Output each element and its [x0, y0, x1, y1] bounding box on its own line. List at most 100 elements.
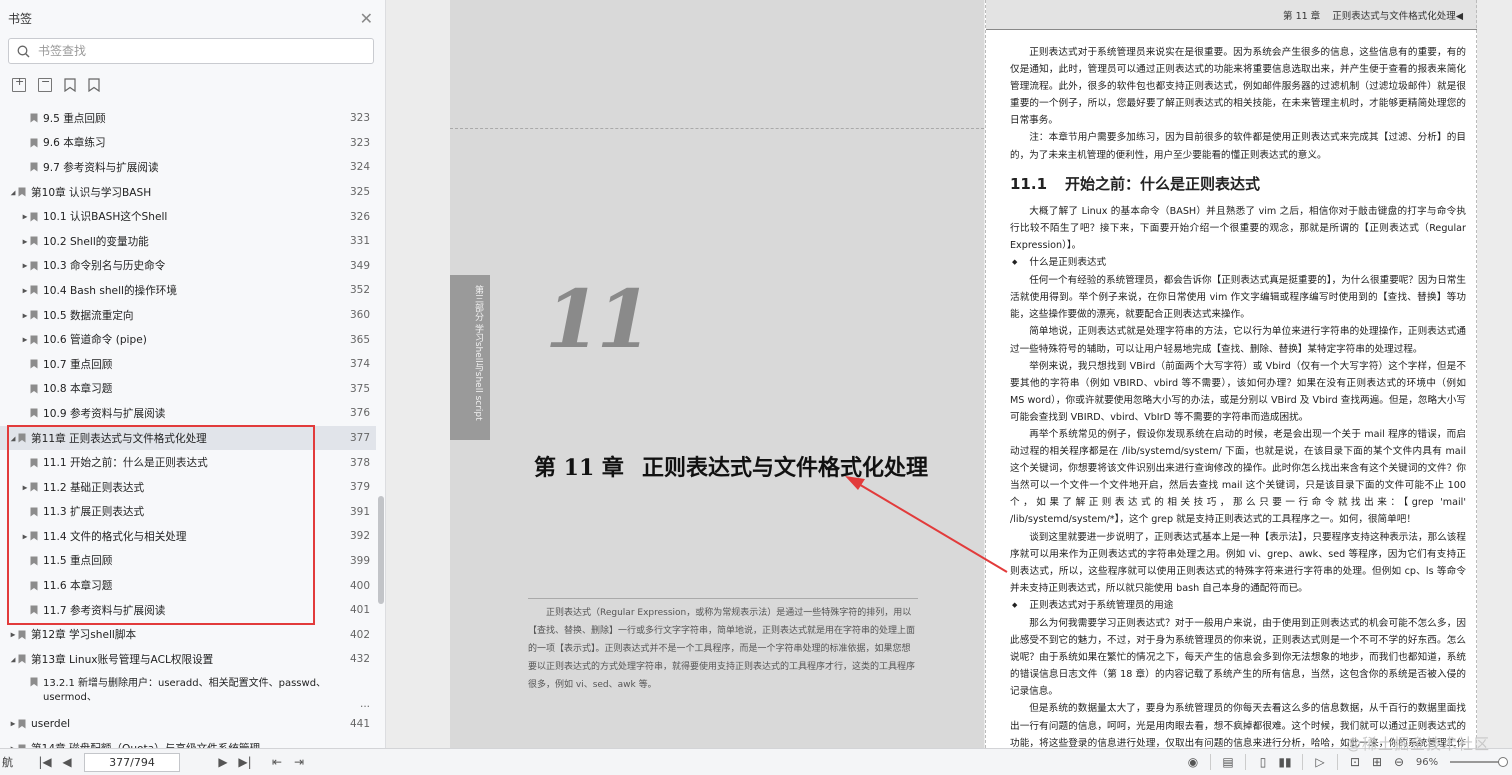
bookmark-icon: [30, 507, 38, 517]
chevron-down-icon[interactable]: ◢: [8, 188, 18, 197]
zoom-slider[interactable]: [1450, 757, 1508, 767]
running-head-chapter: 第 11 章: [1283, 10, 1321, 22]
bookmark-icon[interactable]: [88, 78, 100, 92]
bookmark-icon: [30, 212, 38, 222]
last-page-icon[interactable]: ▶|: [234, 752, 256, 772]
bookmark-page-number: 401: [349, 604, 370, 617]
bookmark-item[interactable]: ▶9.6 本章练习323: [0, 131, 376, 156]
bookmark-label: 11.4 文件的格式化与相关处理: [43, 530, 187, 543]
bookmark-chapter[interactable]: ◢ 第13章 Linux账号管理与ACL权限设置 432: [0, 647, 376, 672]
next-page-icon[interactable]: ▶: [212, 752, 234, 772]
bookmark-page-number: 374: [349, 358, 370, 371]
first-page-icon[interactable]: |◀: [34, 752, 56, 772]
bookmark-item[interactable]: ▶ 10.6 管道命令 (pipe) 365: [0, 327, 376, 352]
bookmark-page-number: 377: [349, 432, 370, 445]
bookmark-chapter[interactable]: ▶ userdel 441: [0, 712, 376, 737]
bookmark-item[interactable]: ▶ 11.4 文件的格式化与相关处理 392: [0, 524, 376, 549]
single-page-icon[interactable]: ▯: [1252, 752, 1274, 772]
bookmark-item[interactable]: ▶11.7 参考资料与扩展阅读401: [0, 598, 376, 623]
paragraph: 正则表达式对于系统管理员来说实在是很重要。因为系统会产生很多的信息，这些信息有的…: [1010, 47, 1466, 127]
close-icon[interactable]: ✕: [360, 9, 373, 28]
bookmark-chapter[interactable]: ◢ 第11章 正则表达式与文件格式化处理 377: [0, 425, 376, 451]
bookmark-item[interactable]: ▶ 10.5 数据流重定向 360: [0, 303, 376, 328]
page-number-input[interactable]: [84, 752, 180, 772]
bookmark-item[interactable]: ▶11.1 开始之前：什么是正则表达式378: [0, 450, 376, 475]
bookmark-icon: [30, 384, 38, 394]
chevron-right-icon[interactable]: ▶: [20, 532, 30, 541]
bookmark-icon: [30, 285, 38, 295]
section-heading: 11.1 开始之前：什么是正则表达式: [1010, 174, 1466, 193]
document-viewer: 第三部分 学习shell与shell script 11 第 11 章正则表达式…: [387, 0, 1512, 748]
sidebar-scrollbar[interactable]: [378, 106, 384, 748]
chevron-down-icon[interactable]: ◢: [8, 434, 18, 443]
double-page-icon[interactable]: ▮▮: [1274, 752, 1296, 772]
chevron-right-icon[interactable]: ▶: [20, 335, 30, 344]
bookmark-item[interactable]: ▶9.7 参考资料与扩展阅读324: [0, 155, 376, 180]
bookmark-item[interactable]: ▶11.5 重点回顾399: [0, 549, 376, 574]
zoom-slider-knob[interactable]: [1498, 757, 1508, 767]
bookmark-item[interactable]: ▶11.3 扩展正则表达式391: [0, 500, 376, 525]
bookmark-item[interactable]: ▶ 10.3 命令别名与历史命令 349: [0, 254, 376, 279]
bookmark-page-number: 376: [349, 407, 370, 420]
bookmark-icon: [30, 482, 38, 492]
bookmark-item[interactable]: ▶9.5 重点回顾323: [0, 106, 376, 131]
bookmark-page-number: 324: [349, 161, 370, 174]
back-icon[interactable]: ⇤: [266, 752, 288, 772]
bookmark-page-number: 349: [349, 259, 370, 272]
sidebar-title: 书签: [8, 11, 33, 26]
search-input[interactable]: [38, 44, 338, 58]
chapter-abstract: 正则表达式（Regular Expression，或称为常规表示法）是通过一些特…: [528, 608, 916, 690]
bookmark-search[interactable]: [8, 38, 374, 64]
expand-all-icon[interactable]: [12, 75, 26, 92]
actual-size-icon[interactable]: ⊡: [1344, 752, 1366, 772]
chapter-title: 第 11 章正则表达式与文件格式化处理: [534, 450, 928, 482]
bookmark-item[interactable]: ▶ 10.1 认识BASH这个Shell 326: [0, 204, 376, 229]
bookmark-icon: [30, 605, 38, 615]
chevron-right-icon[interactable]: ▶: [20, 286, 30, 295]
prev-page-icon[interactable]: ◀: [56, 752, 78, 772]
bookmark-label: 13.2.1 新增与删除用户：useradd、相关配置文件、passwd、use…: [43, 677, 327, 703]
zoom-out-icon[interactable]: ⊖: [1388, 752, 1410, 772]
bookmark-chapter[interactable]: ◢ 第10章 认识与学习BASH 325: [0, 180, 376, 205]
bookmark-chapter[interactable]: ▶ 第12章 学习shell脚本 402: [0, 622, 376, 647]
section-title: 开始之前：什么是正则表达式: [1065, 174, 1261, 193]
chevron-right-icon[interactable]: ▶: [8, 719, 18, 728]
chevron-right-icon[interactable]: ▶: [8, 630, 18, 639]
bookmark-item[interactable]: ▶13.2.1 新增与删除用户：useradd、相关配置文件、passwd、us…: [0, 672, 376, 712]
bookmark-item[interactable]: ▶11.6 本章习题400: [0, 573, 376, 598]
scrollbar-thumb[interactable]: [378, 496, 384, 604]
collapse-all-icon[interactable]: [38, 75, 52, 92]
chapter-number: 11: [545, 272, 652, 366]
bookmark-label: 10.8 本章习题: [43, 383, 113, 396]
chevron-down-icon[interactable]: ◢: [8, 655, 18, 664]
chevron-right-icon[interactable]: ▶: [20, 212, 30, 221]
paragraph: 任何一个有经验的系统管理员，都会告诉你【正则表达式真是挺重要的】，为什么很重要呢…: [1010, 275, 1466, 321]
bookmark-item[interactable]: ▶ 11.2 基础正则表达式 379: [0, 475, 376, 500]
paragraph: 举例来说，我只想找到 VBird（前面两个大写字符）或 Vbird（仅有一个大写…: [1010, 360, 1466, 423]
bookmark-page-number: 325: [349, 186, 370, 199]
play-icon[interactable]: ▷: [1309, 752, 1331, 772]
eye-protection-icon[interactable]: ◉: [1182, 752, 1204, 772]
bookmark-item[interactable]: ▶10.9 参考资料与扩展阅读376: [0, 401, 376, 426]
chevron-right-icon[interactable]: ▶: [20, 237, 30, 246]
chevron-right-icon[interactable]: ▶: [20, 261, 30, 270]
bookmark-label: 10.2 Shell的变量功能: [43, 235, 149, 248]
forward-icon[interactable]: ⇥: [288, 752, 310, 772]
bookmark-label: 9.6 本章练习: [43, 137, 106, 150]
bookmark-item[interactable]: ▶ 10.4 Bash shell的操作环境 352: [0, 278, 376, 303]
chevron-right-icon[interactable]: ▶: [20, 311, 30, 320]
page-body: 正则表达式对于系统管理员来说实在是很重要。因为系统会产生很多的信息，这些信息有的…: [1010, 44, 1466, 748]
paragraph: 那么为何我需要学习正则表达式？对于一般用户来说，由于使用到正则表达式的机会可能不…: [1010, 618, 1466, 698]
paragraph: 谈到这里就要进一步说明了，正则表达式基本上是一种【表示法】，只要程序支持这种表示…: [1010, 531, 1466, 594]
zoom-dropdown[interactable]: 96%: [1410, 752, 1444, 772]
bookmark-label: userdel: [31, 717, 71, 730]
add-bookmark-icon[interactable]: [64, 78, 76, 92]
chevron-right-icon[interactable]: ▶: [20, 483, 30, 492]
fit-page-icon[interactable]: ⊞: [1366, 752, 1388, 772]
continuous-scroll-icon[interactable]: ▤: [1217, 752, 1239, 772]
bookmark-item[interactable]: ▶10.7 重点回顾374: [0, 352, 376, 377]
bookmark-item[interactable]: ▶10.8 本章习题375: [0, 377, 376, 402]
pdf-reader-window: 书签 ✕ ▶ 9.5 重点回顾 323 ▶ 9.6 本章练习 323 ▶ 9.7 参考资料与扩…: [0, 0, 1512, 775]
bookmark-tree: ▶ 9.5 重点回顾 323 ▶ 9.6 本章练习 323 ▶ 9.7 参考资料与扩展阅读 32…: [0, 106, 376, 761]
bookmark-item[interactable]: ▶ 10.2 Shell的变量功能 331: [0, 229, 376, 254]
